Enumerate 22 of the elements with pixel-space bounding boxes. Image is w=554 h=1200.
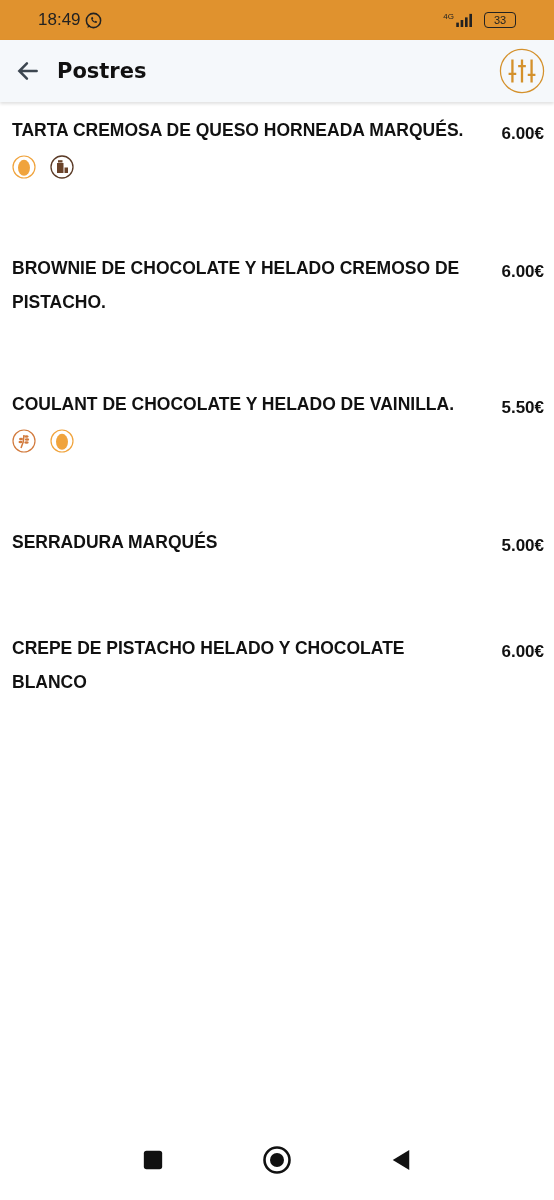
dish-price: 6.00€ [501,261,544,283]
battery-icon: 33 [484,12,516,28]
dish-price: 5.00€ [501,535,544,557]
dish-name[interactable]: CREPE DE PISTACHO HELADO Y CHOCOLATE BLANCO [12,631,469,699]
dish-price: 6.00€ [501,641,544,663]
recent-apps-icon[interactable] [142,1149,164,1171]
page-title: Postres [57,59,147,83]
milk-carton-icon [50,155,74,179]
egg-icon [12,155,36,179]
chat-bubble-icon [83,10,103,30]
status-time: 18:49 [38,10,81,30]
dish-price: 5.50€ [501,397,544,419]
egg-icon [50,429,74,453]
dish-name[interactable]: COULANT DE CHOCOLATE Y HELADO DE VAINILLA. [12,387,469,421]
dish-name[interactable]: SERRADURA MARQUÉS [12,525,469,559]
dish-name[interactable]: TARTA CREMOSA DE QUESO HORNEADA MARQUÉS. [12,113,469,147]
wheat-icon [12,429,36,453]
network-label: 4G [443,11,454,21]
dish-price: 6.00€ [501,123,544,145]
sliders-icon[interactable] [499,48,545,94]
dish-name[interactable]: BROWNIE DE CHOCOLATE Y HELADO CREMOSO DE PISTACHO. [12,251,469,319]
home-icon[interactable] [262,1145,292,1175]
